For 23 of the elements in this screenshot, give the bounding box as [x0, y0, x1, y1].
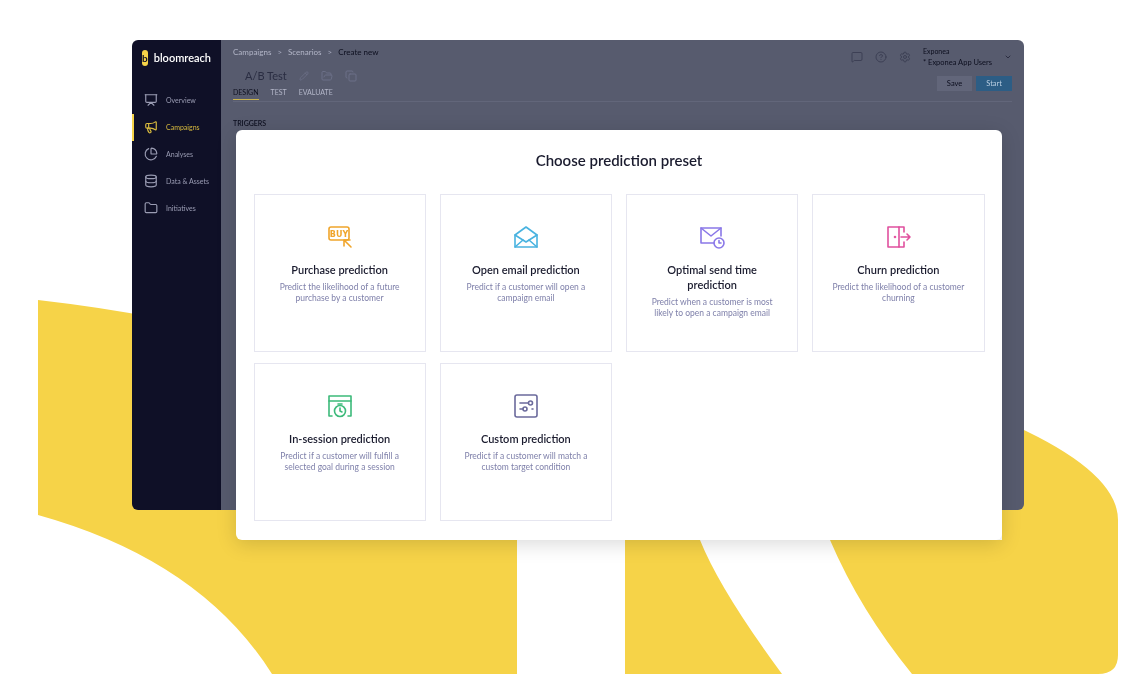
settings-icon[interactable]	[898, 50, 911, 63]
sliders-icon	[511, 391, 540, 420]
preset-card[interactable]: Optimal send time prediction Predict when a customer is most likely to open a campaign email	[626, 193, 799, 352]
presentation-icon	[144, 93, 158, 107]
pie-chart-icon	[144, 147, 158, 161]
logo-mark: b	[142, 50, 148, 67]
breadcrumb-separator: >	[327, 46, 333, 58]
modal-title: Choose prediction preset	[535, 150, 703, 171]
folder-icon[interactable]	[320, 70, 333, 83]
logo-wordmark: bloomreach	[153, 50, 211, 66]
breadcrumb-link[interactable]: Scenarios	[288, 46, 322, 58]
folder-icon	[144, 201, 158, 215]
preset-card[interactable]: BUY Purchase prediction Predict the likelihood of a future purchase by a customer	[253, 193, 426, 352]
database-icon	[144, 174, 158, 188]
preset-card[interactable]: Open email prediction Predict if a customer will open a campaign email	[439, 193, 612, 352]
preset-card[interactable]: Churn prediction Predict the likelihood of a customer churning	[812, 193, 985, 352]
chat-icon[interactable]	[850, 50, 863, 63]
preset-card[interactable]: Custom prediction Predict if a customer will match a custom target condition	[439, 362, 612, 521]
preset-card[interactable]: In-session prediction Predict if a customer will fulfill a selected goal during a session	[253, 362, 426, 521]
breadcrumb-link[interactable]: Campaigns	[233, 46, 272, 58]
megaphone-icon	[144, 120, 158, 134]
help-icon[interactable]	[874, 50, 887, 63]
breadcrumb-separator: >	[277, 46, 282, 58]
